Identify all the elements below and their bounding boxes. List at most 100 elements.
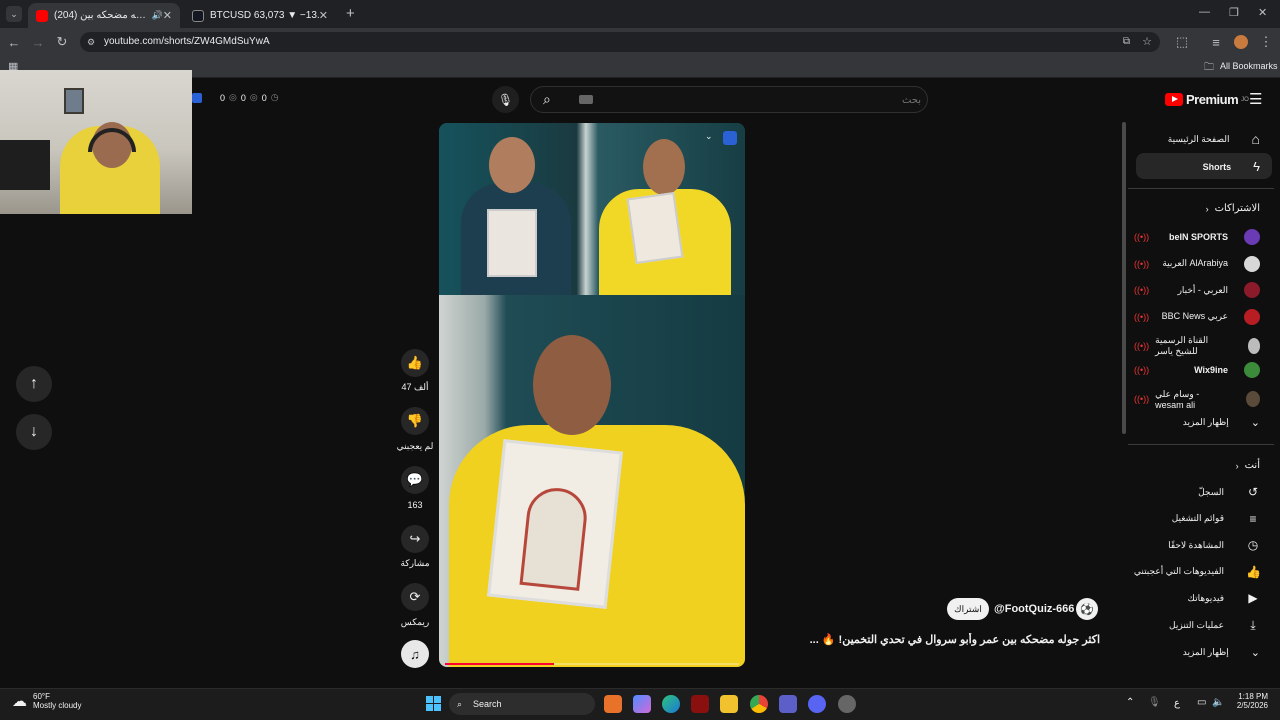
channel-avatar (1244, 229, 1260, 245)
sidebar-channel[interactable]: ((•)) العربي - أخبار (1120, 282, 1260, 299)
next-short-button[interactable]: ↓ (16, 414, 52, 450)
app-icon[interactable] (691, 695, 709, 713)
like-button[interactable]: 👍 (401, 349, 429, 377)
sidebar-channel[interactable]: ((•)) القناة الرسمية للشيخ ياسر (1120, 335, 1260, 357)
edge-icon[interactable] (662, 695, 680, 713)
microphone-icon[interactable]: 🎙 (1148, 697, 1161, 708)
subscribe-button[interactable]: اشتراك (947, 598, 989, 620)
search-bar: ⌕ (530, 86, 928, 113)
windows-start-icon[interactable] (426, 696, 441, 711)
you-header[interactable]: › أنت (1120, 460, 1260, 471)
search-input[interactable] (601, 90, 921, 110)
channel-avatar[interactable]: ⚽ (1076, 598, 1098, 620)
sidebar-item-you[interactable]: السجلّ ↺ (1120, 485, 1260, 499)
keyboard-icon[interactable] (579, 95, 593, 104)
reading-list-icon[interactable]: ≡ (1208, 34, 1224, 50)
sidebar-item-you[interactable]: فيديوهاتك ▶ (1120, 591, 1260, 605)
teams-icon[interactable] (779, 695, 797, 713)
extensions-icon[interactable]: ⬚ (1174, 34, 1190, 50)
sidebar-channel[interactable]: ((•)) وسام علي - wesam ali (1120, 389, 1260, 410)
sidebar-item-you[interactable]: قوائم التشغيل ≡ (1120, 512, 1260, 526)
restore-button[interactable]: ❐ (1229, 6, 1239, 19)
channel-name[interactable]: @FootQuiz-666 (994, 603, 1074, 615)
forward-button[interactable]: → (30, 34, 46, 50)
sidebar-item-you[interactable]: عمليات التنزيل ⤓ (1120, 618, 1260, 633)
photo-figure (519, 485, 590, 591)
search-icon[interactable]: ⌕ (543, 91, 551, 108)
close-window-button[interactable]: ✕ (1258, 6, 1267, 19)
held-photo-left (487, 209, 537, 277)
clock[interactable]: 1:18 PM 2/5/2026 (1232, 692, 1268, 710)
video-menu-chevron-icon[interactable]: ⌄ (705, 131, 713, 142)
comments-button[interactable]: 💬 (401, 466, 429, 494)
show-more-subscriptions[interactable]: إظهار المزيد ⌄ (1120, 416, 1260, 429)
hamburger-menu-icon[interactable]: ☰ (1249, 90, 1262, 108)
youtube-premium-logo[interactable]: Premium JO (1165, 92, 1249, 107)
playlists-icon: ≡ (1249, 511, 1257, 526)
copilot-icon[interactable] (633, 695, 651, 713)
sidebar-divider (1128, 444, 1274, 445)
reload-button[interactable]: ↻ (54, 34, 70, 50)
minimize-button[interactable]: — (1199, 6, 1210, 18)
sidebar-channel[interactable]: ((•)) Wix9ine (1120, 362, 1260, 378)
new-tab-button[interactable]: + (346, 5, 355, 22)
app-icon[interactable] (604, 695, 622, 713)
progress-bar[interactable] (445, 663, 739, 665)
sidebar-item-you[interactable]: الفيديوهات التي أعجبتني 👍 (1120, 565, 1261, 579)
all-bookmarks-link[interactable]: All Bookmarks (1220, 61, 1278, 71)
short-video-player[interactable]: ⌄ (439, 123, 745, 667)
close-tab-icon[interactable]: ✕ (319, 9, 328, 22)
close-tab-icon[interactable]: ✕ (163, 9, 172, 22)
tab-youtube-short[interactable]: (204) اكثر جوله مضحكه بين 🔊 ✕ (28, 3, 180, 28)
tab-search-button[interactable]: ⌄ (6, 6, 22, 22)
show-more-you[interactable]: إظهار المزيد ⌄ (1120, 646, 1260, 659)
app-icon[interactable] (838, 695, 856, 713)
video-top-panel: ⌄ (439, 123, 745, 295)
sidebar-channel[interactable]: ((•)) beIN SPORTS (1120, 229, 1260, 245)
folder-icon: 🗀 (1204, 62, 1214, 73)
chevron-down-icon: ⌄ (1250, 417, 1260, 429)
counter-value: 0 (261, 92, 267, 103)
chrome-icon[interactable] (750, 695, 768, 713)
wall-picture (64, 88, 84, 114)
network-icon[interactable]: ▭ (1197, 697, 1206, 708)
live-indicator-icon: ((•)) (1134, 394, 1150, 405)
sidebar-label: المشاهدة لاحقًا (1168, 539, 1224, 550)
sidebar-label: الفيديوهات التي أعجبتني (1133, 566, 1224, 577)
bookmark-star-icon[interactable]: ☆ (1142, 32, 1152, 52)
weather-desc: Mostly cloudy (33, 701, 82, 710)
discord-icon[interactable] (808, 695, 826, 713)
sidebar-item-home[interactable]: الصفحة الرئيسية ⌂ (1120, 131, 1260, 147)
previous-short-button[interactable]: ↑ (16, 366, 52, 402)
extension-badge-icon (192, 92, 202, 103)
chrome-menu-icon[interactable]: ⋮ (1258, 34, 1274, 50)
sidebar-label: عمليات التنزيل (1169, 620, 1224, 630)
sidebar-channel[interactable]: ((•)) العربية AlArabiya (1120, 255, 1260, 272)
profile-avatar[interactable] (1234, 35, 1248, 49)
address-bar[interactable]: ⚙ youtube.com/shorts/ZW4GMdSuYwA ⧉ ☆ (80, 32, 1160, 52)
voice-search-button[interactable]: 🎙 (492, 86, 519, 113)
weather-widget[interactable]: ☁ 60°F Mostly cloudy (12, 692, 81, 710)
volume-icon[interactable]: 🔈 (1212, 697, 1224, 708)
file-explorer-icon[interactable] (720, 695, 738, 713)
home-icon: ⌂ (1251, 131, 1260, 147)
sidebar-channel[interactable]: ((•)) BBC News عربي (1120, 308, 1260, 325)
live-indicator-icon: ((•)) (1134, 365, 1150, 375)
system-tray-chevron-icon[interactable]: ⌃ (1126, 697, 1134, 708)
sidebar-item-you[interactable]: المشاهدة لاحقًا ◷ (1120, 538, 1260, 552)
input-language[interactable]: ع (1174, 698, 1180, 709)
chevron-right-icon: › (1235, 460, 1239, 471)
url-text: youtube.com/shorts/ZW4GMdSuYwA (104, 36, 270, 47)
install-app-icon[interactable]: ⧉ (1123, 32, 1130, 52)
dislike-button[interactable]: 👎 (401, 407, 429, 435)
sound-thumbnail-button[interactable]: ♫ (401, 640, 429, 668)
back-button[interactable]: ← (6, 34, 22, 50)
subscriptions-header[interactable]: › الاشتراكات (1120, 203, 1260, 214)
remix-button[interactable]: ⟳ (401, 583, 429, 611)
tab-btcusd[interactable]: BTCUSD 63,073 ▼ −13.6% abo ✕ (184, 3, 336, 28)
extension-badge-icon[interactable] (723, 131, 737, 145)
site-info-icon[interactable]: ⚙ (87, 32, 95, 52)
eye-icon: ◎ (249, 92, 258, 102)
share-button[interactable]: ↪ (401, 525, 429, 553)
taskbar-search[interactable]: ⌕ Search (449, 693, 595, 715)
